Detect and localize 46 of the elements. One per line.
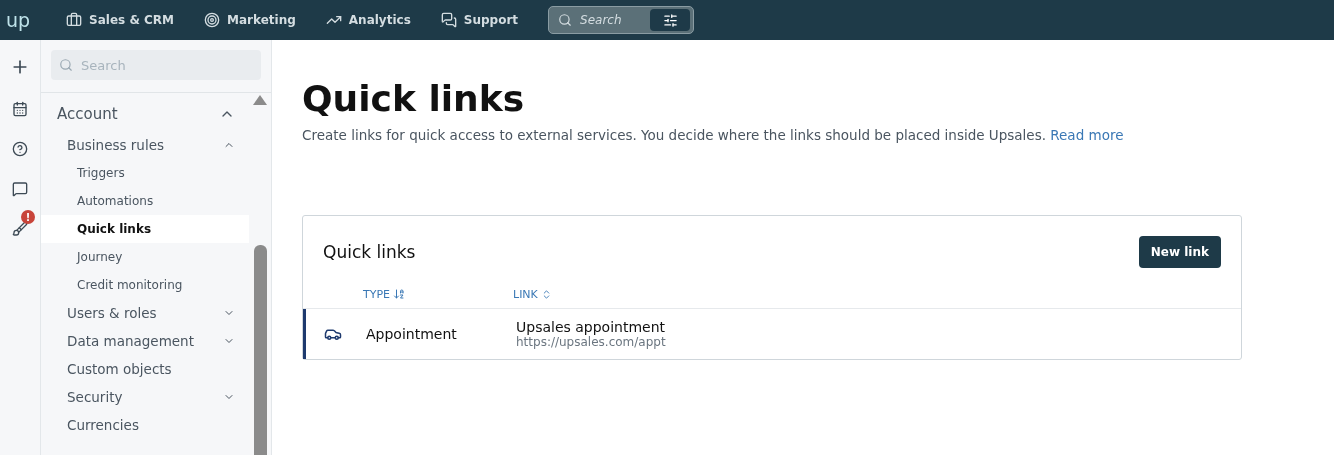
sidebar-item[interactable]: Account	[41, 97, 249, 131]
column-header[interactable]: LINK	[513, 287, 552, 301]
sidebar-item[interactable]: Currencies	[41, 411, 249, 439]
logo[interactable]: up	[6, 9, 31, 31]
link-url: https://upsales.com/appt	[516, 335, 667, 349]
sidebar-item[interactable]: Users & roles	[41, 299, 249, 327]
read-more-link[interactable]: Read more	[1050, 127, 1124, 143]
nav-link[interactable]: Sales & CRM	[66, 12, 175, 28]
alert-badge: !	[21, 210, 35, 224]
search-icon	[59, 58, 73, 72]
table-cell-text: Appointment	[366, 326, 458, 342]
nav-link[interactable]: Analytics	[325, 12, 411, 28]
nav-link[interactable]: Support	[440, 12, 519, 28]
search-field[interactable]: Search	[548, 6, 695, 34]
chat-icon	[440, 12, 457, 28]
sidebar-item[interactable]: Credit monitoring	[41, 271, 249, 299]
sidebar-item[interactable]: Quick links	[41, 215, 249, 243]
search-field[interactable]: Search	[51, 50, 261, 80]
column-header[interactable]: TYPE	[363, 287, 406, 301]
new-link-button[interactable]: New link	[1138, 236, 1221, 268]
sidebar-item[interactable]: Journey	[41, 243, 249, 271]
sidebar-item[interactable]: Custom objects	[41, 355, 249, 383]
nav-link[interactable]: Marketing	[204, 12, 296, 28]
search-input[interactable]: Search	[580, 13, 643, 27]
sidebar-item[interactable]: Automations	[41, 187, 249, 215]
scroll-up-icon[interactable]	[253, 95, 267, 105]
target-icon	[204, 12, 221, 28]
help-icon[interactable]	[12, 141, 28, 157]
sidebar-item[interactable]: Triggers	[41, 159, 249, 187]
search-input[interactable]: Search	[81, 57, 253, 73]
page-title: Quick links	[302, 78, 526, 119]
page-description: Create links for quick access to external services. You decide where the links should be placed inside Upsales. Read more	[302, 127, 1125, 143]
brush-icon[interactable]	[12, 221, 28, 237]
calendar-icon[interactable]	[12, 101, 28, 117]
scrollbar-thumb[interactable]	[253, 245, 267, 455]
sidebar-item[interactable]: Business rules	[41, 131, 249, 159]
sidebar-item[interactable]: Data management	[41, 327, 249, 355]
link-name: Upsales appointment	[516, 319, 667, 335]
search-icon	[558, 13, 573, 27]
sort-az-icon	[393, 288, 406, 300]
filter-button[interactable]	[650, 9, 691, 31]
comment-icon[interactable]	[12, 181, 28, 197]
sliders-icon	[662, 12, 678, 28]
briefcase-icon	[66, 12, 83, 28]
card-title: Quick links	[323, 242, 416, 262]
sidebar-item[interactable]: Security	[41, 383, 249, 411]
